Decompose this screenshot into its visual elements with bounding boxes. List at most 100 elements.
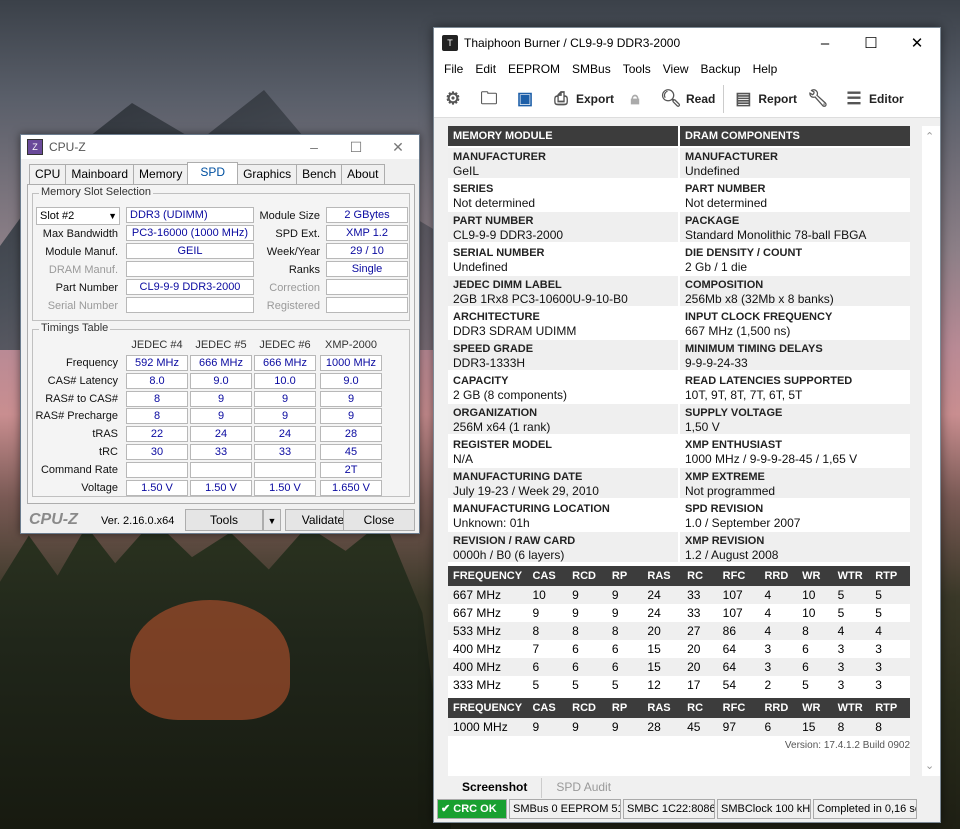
read-button[interactable]: 🔍︎ Read bbox=[660, 88, 715, 110]
timing-cell: 8.0 bbox=[126, 372, 188, 389]
wrench-button[interactable]: 🔧︎ bbox=[807, 88, 833, 110]
table-cell: 8 bbox=[606, 622, 643, 640]
tab-about[interactable]: About bbox=[341, 164, 385, 184]
info-value: 9-9-9-24-33 bbox=[685, 356, 748, 370]
info-value: N/A bbox=[453, 452, 474, 466]
crc-status-text: CRC OK bbox=[453, 803, 497, 815]
table-header-row: FREQUENCY CAS RCD RP RAS RC RFC RRD WR WTR RTP bbox=[448, 698, 910, 718]
table-cell: 533 MHz bbox=[448, 622, 528, 640]
menu-help[interactable]: Help bbox=[747, 62, 784, 76]
table-cell: 8 bbox=[832, 718, 871, 736]
minimize-icon[interactable]: – bbox=[293, 139, 335, 155]
table-cell: 667 MHz bbox=[448, 586, 528, 604]
tab-spd[interactable]: SPD bbox=[187, 162, 239, 184]
correction-value bbox=[326, 279, 408, 295]
info-value: 1.0 / September 2007 bbox=[685, 516, 801, 530]
cpuz-app-icon: Z bbox=[27, 139, 43, 155]
menu-eeprom[interactable]: EEPROM bbox=[502, 62, 566, 76]
tools-button[interactable]: Tools bbox=[185, 509, 263, 531]
info-cell: MANUFACTURER GeIL bbox=[448, 148, 678, 178]
tab-graphics[interactable]: Graphics bbox=[237, 164, 298, 184]
tab-mainboard[interactable]: Mainboard bbox=[65, 164, 135, 184]
info-cell: MANUFACTURING DATE July 19-23 / Week 29, … bbox=[448, 468, 678, 498]
clock-status: SMBClock 100 kHz bbox=[717, 799, 811, 819]
export-label: Export bbox=[576, 91, 615, 106]
slot-select[interactable]: Slot #2 ▼ bbox=[36, 207, 120, 225]
open-button[interactable]: 🗀 bbox=[478, 88, 504, 110]
table-cell: 8 bbox=[527, 622, 568, 640]
dram-manuf-label: DRAM Manuf. bbox=[48, 264, 118, 276]
table-header: RRD bbox=[759, 566, 798, 586]
tab-cpu[interactable]: CPU bbox=[29, 164, 67, 184]
cpuz-titlebar[interactable]: Z CPU-Z – ☐ ✕ bbox=[21, 135, 419, 159]
memory-type: DDR3 (UDIMM) bbox=[126, 207, 254, 223]
info-value: 256Mb x8 (32Mb x 8 banks) bbox=[685, 292, 834, 306]
minimize-icon[interactable]: – bbox=[802, 35, 848, 52]
table-cell: 4 bbox=[870, 622, 910, 640]
table-cell: 6 bbox=[567, 658, 607, 676]
part-number-label: Part Number bbox=[55, 282, 118, 294]
table-row: 1000 MHz 9 9 9 28 45 97 6 15 8 8 bbox=[448, 718, 910, 736]
lock-icon: 🔒︎ bbox=[630, 88, 640, 108]
table-cell: 6 bbox=[606, 658, 643, 676]
table-cell: 4 bbox=[759, 604, 798, 622]
dram-components-header: DRAM COMPONENTS bbox=[680, 126, 910, 146]
export-button[interactable]: ⎙ Export bbox=[550, 88, 614, 110]
menu-backup[interactable]: Backup bbox=[695, 62, 747, 76]
thaiphoon-titlebar[interactable]: T Thaiphoon Burner / CL9-9-9 DDR3-2000 –… bbox=[434, 28, 940, 58]
scroll-down-icon[interactable]: ⌄ bbox=[925, 759, 934, 772]
cpuz-version: Ver. 2.16.0.x64 bbox=[101, 515, 175, 527]
close-icon[interactable]: ✕ bbox=[894, 34, 940, 52]
table-cell: 333 MHz bbox=[448, 676, 528, 694]
tab-bench[interactable]: Bench bbox=[296, 164, 343, 184]
ranks-value: Single bbox=[326, 261, 408, 277]
tab-spd-audit[interactable]: SPD Audit bbox=[542, 778, 625, 798]
table-cell: 64 bbox=[717, 658, 760, 676]
table-cell: 64 bbox=[717, 640, 760, 658]
table-cell: 5 bbox=[797, 676, 833, 694]
table-cell: 400 MHz bbox=[448, 658, 528, 676]
info-cell: SUPPLY VOLTAGE 1,50 V bbox=[680, 404, 910, 434]
table-header: WR bbox=[797, 566, 833, 586]
lock-button[interactable]: 🔒︎ bbox=[624, 88, 650, 110]
table-header-row: FREQUENCY CAS RCD RP RAS RC RFC RRD WR WTR RTP bbox=[448, 566, 910, 586]
timing-cell bbox=[190, 461, 252, 478]
menu-file[interactable]: File bbox=[438, 62, 469, 76]
editor-button[interactable]: ☰ Editor bbox=[843, 88, 903, 110]
timing-cell: 24 bbox=[254, 426, 316, 443]
info-key: XMP EXTREME bbox=[685, 471, 765, 483]
table-cell: 10 bbox=[527, 586, 568, 604]
menu-tools[interactable]: Tools bbox=[617, 62, 657, 76]
vertical-scrollbar[interactable]: ⌃ ⌄ bbox=[922, 126, 940, 776]
table-cell: 107 bbox=[717, 586, 760, 604]
info-cell: SPEED GRADE DDR3-1333H bbox=[448, 340, 678, 370]
spd-ext-label: SPD Ext. bbox=[275, 228, 320, 240]
save-button[interactable]: ▣ bbox=[514, 88, 540, 110]
maximize-icon[interactable]: ☐ bbox=[335, 139, 377, 156]
menu-smbus[interactable]: SMBus bbox=[566, 62, 617, 76]
close-icon[interactable]: ✕ bbox=[377, 139, 419, 156]
table-cell: 3 bbox=[832, 658, 871, 676]
settings-button[interactable]: ⚙ bbox=[442, 88, 468, 110]
table-cell: 6 bbox=[606, 640, 643, 658]
menu-edit[interactable]: Edit bbox=[469, 62, 502, 76]
info-key: SERIAL NUMBER bbox=[453, 247, 545, 259]
timing-cell: 666 MHz bbox=[254, 355, 316, 371]
tools-dropdown-button[interactable]: ▼ bbox=[263, 509, 281, 531]
report-button[interactable]: ▤ Report bbox=[732, 88, 797, 110]
tab-memory[interactable]: Memory bbox=[133, 164, 189, 184]
maximize-icon[interactable]: ☐ bbox=[848, 34, 894, 52]
info-value: 1000 MHz / 9-9-9-28-45 / 1,65 V bbox=[685, 452, 858, 466]
close-button[interactable]: Close bbox=[343, 509, 415, 531]
timing-cell: 8 bbox=[126, 390, 188, 407]
timings-table: FREQUENCY CAS RCD RP RAS RC RFC RRD WR WTR RTP 667 … bbox=[448, 566, 910, 694]
table-cell: 86 bbox=[717, 622, 760, 640]
table-cell: 27 bbox=[682, 622, 718, 640]
export-icon: ⎙ bbox=[554, 88, 568, 108]
toolbar-separator bbox=[723, 84, 725, 113]
tab-screenshot[interactable]: Screenshot bbox=[448, 778, 543, 798]
menu-view[interactable]: View bbox=[657, 62, 695, 76]
scroll-up-icon[interactable]: ⌃ bbox=[925, 130, 934, 143]
timing-cell: 9 bbox=[320, 390, 382, 407]
info-value: Unknown: 01h bbox=[453, 516, 530, 530]
